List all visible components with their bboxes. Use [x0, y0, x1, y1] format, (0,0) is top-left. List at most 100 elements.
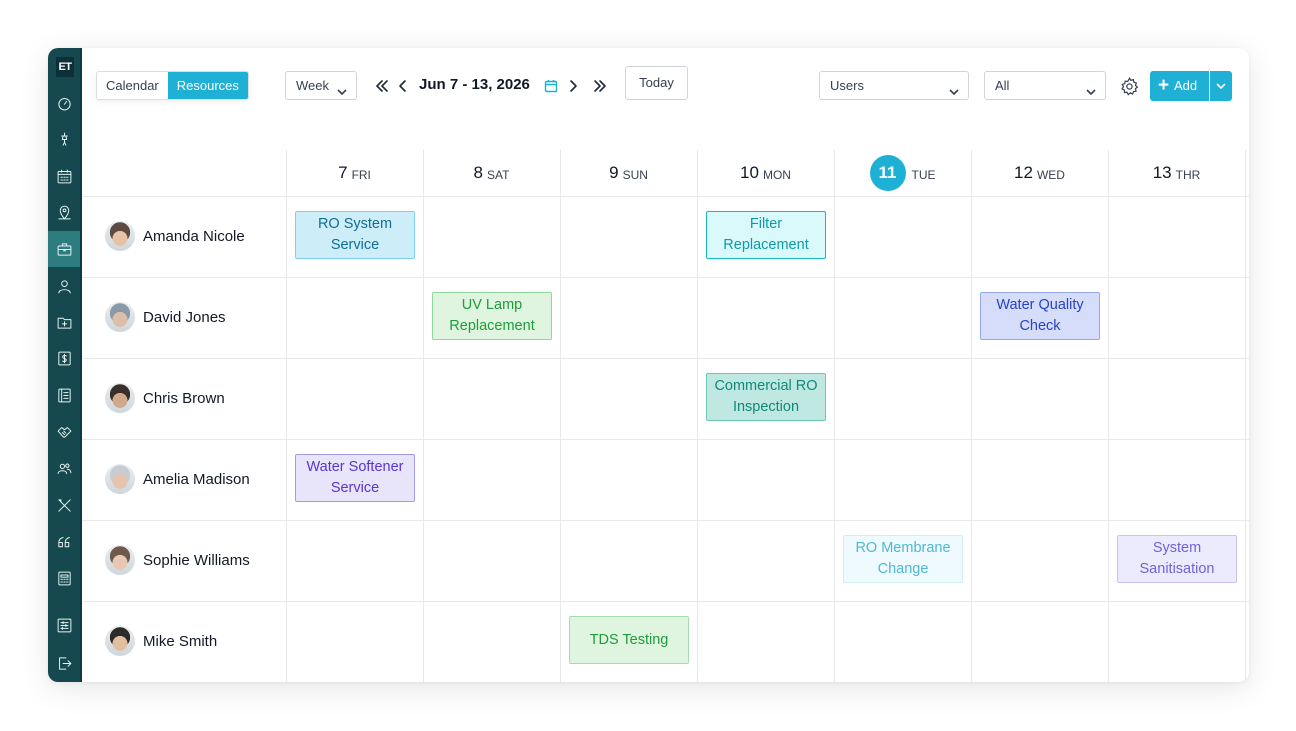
avatar: [105, 302, 135, 332]
team-icon: [57, 462, 71, 474]
users-select[interactable]: Users: [819, 71, 969, 100]
day-number: 9: [609, 163, 619, 182]
sidebar-item-team[interactable]: [48, 450, 80, 486]
event-block[interactable]: RO System Service: [295, 211, 415, 259]
tools-icon: [57, 498, 71, 512]
resource-row-header[interactable]: David Jones: [105, 302, 226, 332]
day-of-week: THR: [1175, 167, 1201, 182]
event-block[interactable]: Water Quality Check: [980, 292, 1100, 340]
list-icon: [57, 388, 71, 402]
event-block[interactable]: Water Softener Service: [295, 454, 415, 502]
period-select[interactable]: Week: [285, 71, 357, 100]
sidebar-item-settings-sliders[interactable]: [48, 607, 80, 643]
sidebar-item-quote[interactable]: [48, 524, 80, 560]
grid-column-divider: [1108, 150, 1109, 682]
sidebar-item-list[interactable]: [48, 377, 80, 413]
plus-icon: +: [1158, 75, 1170, 96]
grid-row-divider: [82, 601, 1249, 602]
event-block[interactable]: Commercial RO Inspection: [706, 373, 826, 421]
resource-row-header[interactable]: Chris Brown: [105, 383, 225, 413]
today-button[interactable]: Today: [625, 66, 688, 100]
gear-icon[interactable]: [1119, 76, 1140, 97]
sidebar-item-folder-plus[interactable]: [48, 304, 80, 340]
sidebar-item-calendar[interactable]: [48, 158, 80, 194]
resource-name: Mike Smith: [143, 632, 218, 650]
sidebar-item-logout[interactable]: [48, 645, 80, 681]
main-area: Calendar Resources Week Jun 7 - 13, 2026: [82, 48, 1249, 682]
event-block[interactable]: Filter Replacement: [706, 211, 826, 259]
chevron-down-icon: [1085, 80, 1097, 96]
briefcase-icon: [57, 242, 71, 256]
users-select-value: Users: [830, 78, 864, 93]
water-tap-icon: [60, 132, 68, 146]
resource-row-header[interactable]: Mike Smith: [105, 626, 217, 656]
day-header[interactable]: 12 WED: [971, 150, 1108, 196]
day-header[interactable]: 10 MON: [697, 150, 834, 196]
sidebar-item-map-pin[interactable]: [48, 194, 80, 230]
grid-row-divider: [82, 358, 1249, 359]
resource-row-header[interactable]: Amanda Nicole: [105, 221, 245, 251]
event-block[interactable]: TDS Testing: [569, 616, 689, 664]
day-number: 13: [1152, 163, 1172, 182]
tab-resources[interactable]: Resources: [167, 72, 248, 99]
sidebar-item-water-tap[interactable]: [48, 121, 80, 157]
filter-select-value: All: [995, 78, 1010, 93]
day-number: 8: [473, 163, 483, 182]
today-date-badge: 11: [869, 155, 906, 191]
event-block[interactable]: System Sanitisation: [1117, 535, 1237, 583]
filter-select[interactable]: All: [984, 71, 1106, 100]
resource-name: Chris Brown: [143, 389, 225, 407]
resource-row-header[interactable]: Amelia Madison: [105, 464, 250, 494]
view-toggle: Calendar Resources: [96, 71, 249, 100]
grid-row-divider: [82, 439, 1249, 440]
sidebar-item-briefcase[interactable]: [48, 231, 80, 267]
grid-column-divider: [834, 150, 835, 682]
chevron-down-icon: [948, 80, 960, 96]
next-next-button[interactable]: [592, 78, 608, 94]
event-block[interactable]: UV Lamp Replacement: [432, 292, 552, 340]
day-header[interactable]: 7 FRI: [286, 150, 423, 196]
calculator-icon: [57, 571, 71, 585]
add-button-label: Add: [1174, 78, 1198, 93]
avatar: [105, 626, 135, 656]
dashboard-icon: [57, 97, 71, 110]
prev-prev-button[interactable]: [374, 78, 390, 94]
day-of-week: WED: [1036, 167, 1065, 182]
event-block[interactable]: RO Membrane Change: [843, 535, 963, 583]
resource-row-header[interactable]: Sophie Williams: [105, 545, 250, 575]
settings-sliders-icon: [57, 618, 71, 632]
resource-grid: 7 FRI 8 SAT 9 SUN 10 MON 11 TUE 12 WED 13 THR Amanda N…: [82, 150, 1249, 682]
sidebar-item-tools[interactable]: [48, 487, 80, 523]
chevron-down-icon: [336, 80, 348, 96]
add-button[interactable]: + Add: [1150, 71, 1209, 101]
tab-calendar[interactable]: Calendar: [97, 72, 168, 99]
sidebar-item-user[interactable]: [48, 268, 80, 304]
add-dropdown-button[interactable]: [1209, 71, 1232, 101]
day-header[interactable]: 9 SUN: [560, 150, 697, 196]
map-pin-icon: [57, 205, 71, 219]
calendar-picker-icon[interactable]: [544, 79, 558, 93]
dollar-icon: [57, 351, 71, 365]
sidebar-item-dollar[interactable]: [48, 340, 80, 376]
user-icon: [57, 279, 71, 293]
day-header[interactable]: 13 THR: [1108, 150, 1245, 196]
day-of-week: SAT: [487, 167, 510, 182]
avatar: [105, 383, 135, 413]
grid-column-divider: [1245, 150, 1246, 682]
sidebar-item-dashboard[interactable]: [48, 85, 80, 121]
day-header[interactable]: 11 TUE: [834, 150, 971, 196]
prev-button[interactable]: [395, 78, 411, 94]
grid-column-divider: [286, 150, 287, 682]
day-of-week: TUE: [911, 167, 936, 182]
toolbar: Calendar Resources Week Jun 7 - 13, 2026: [82, 48, 1249, 128]
avatar: [105, 545, 135, 575]
day-number: 10: [740, 163, 759, 182]
sidebar-item-handshake[interactable]: [48, 414, 80, 450]
next-button[interactable]: [565, 78, 581, 94]
sidebar-item-calculator[interactable]: [48, 560, 80, 596]
date-range: Jun 7 - 13, 2026: [419, 76, 530, 93]
day-header[interactable]: 8 SAT: [423, 150, 560, 196]
grid-column-divider: [423, 150, 424, 682]
quote-icon: [57, 536, 70, 547]
app-logo[interactable]: ET: [56, 57, 74, 77]
